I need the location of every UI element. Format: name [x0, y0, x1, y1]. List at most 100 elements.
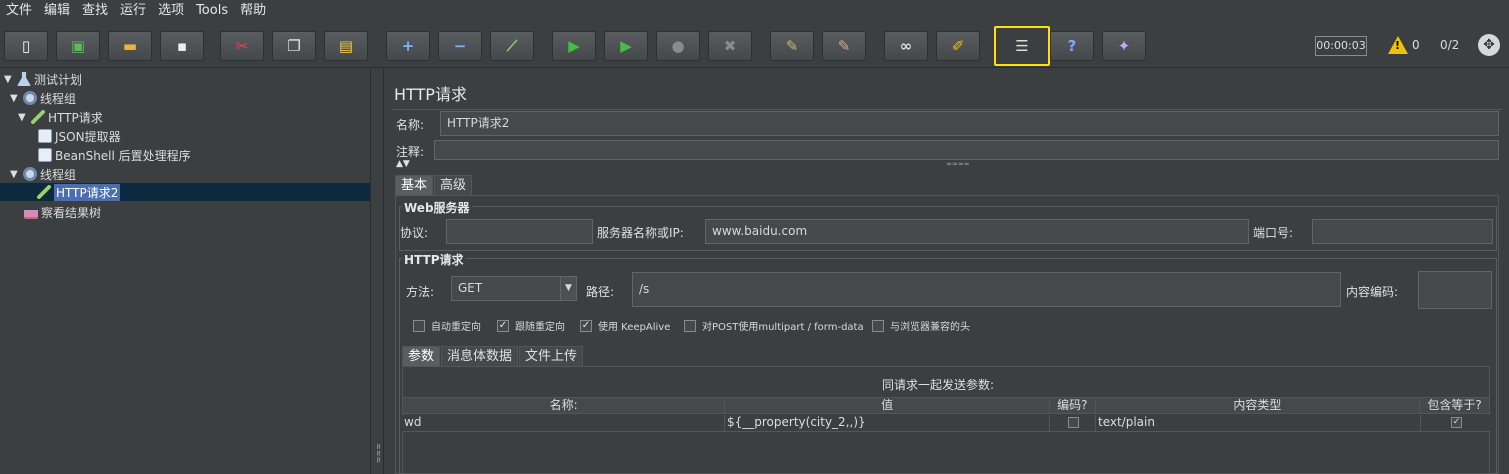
- search-button[interactable]: ∞: [884, 31, 928, 61]
- method-select[interactable]: GET ▼: [451, 276, 577, 301]
- clear-all-button[interactable]: ✎: [822, 31, 866, 61]
- shutdown-button[interactable]: ✖: [708, 31, 752, 61]
- function-helper-button[interactable]: ☰: [994, 26, 1050, 66]
- menu-edit[interactable]: 编辑: [38, 0, 76, 22]
- column-header[interactable]: 包含等于?: [1420, 398, 1489, 413]
- active-threads: 0/2: [1440, 38, 1460, 52]
- protocol-field[interactable]: [446, 219, 593, 244]
- server-field[interactable]: www.baidu.com: [705, 219, 1249, 244]
- remote-icon: ✦: [1117, 37, 1131, 55]
- tab-advanced[interactable]: 高级: [434, 175, 473, 195]
- tree-item-thread-group-2[interactable]: ▼ 线程组: [10, 165, 76, 183]
- remote-button[interactable]: ✦: [1102, 31, 1146, 61]
- expand-toggle-icon[interactable]: ▼: [10, 169, 20, 180]
- name-field[interactable]: HTTP请求2: [440, 111, 1499, 136]
- follow-redirect-checkbox[interactable]: ✓ 跟随重定向: [497, 318, 565, 333]
- web-server-title: Web服务器: [402, 199, 472, 216]
- expand-button[interactable]: +: [386, 31, 430, 61]
- browser-headers-checkbox[interactable]: 与浏览器兼容的头: [872, 318, 970, 333]
- checkbox-box[interactable]: [872, 319, 884, 332]
- include-equals-cell[interactable]: ✓: [1421, 415, 1490, 431]
- comment-field[interactable]: [434, 140, 1499, 160]
- menu-options[interactable]: 选项: [152, 0, 190, 22]
- encode-cell[interactable]: [1050, 415, 1096, 431]
- column-header[interactable]: 编码?: [1050, 398, 1096, 413]
- checkbox-box[interactable]: [413, 319, 425, 332]
- split-pane-divider[interactable]: ≈≈≈: [370, 69, 384, 474]
- copy-button[interactable]: ❐: [272, 31, 316, 61]
- divider: [392, 109, 1502, 110]
- tab-parameters[interactable]: 参数: [402, 346, 441, 366]
- expand-toggle-icon[interactable]: ▼: [18, 112, 28, 123]
- tab-basic[interactable]: 基本: [395, 175, 434, 195]
- checkbox-label: 使用 KeepAlive: [598, 322, 671, 333]
- paste-icon: ▤: [338, 37, 354, 55]
- tree-item-thread-group-1[interactable]: ▼ 线程组: [10, 89, 76, 107]
- start-icon: ▶: [568, 37, 580, 55]
- toggle-button[interactable]: ⟋: [490, 31, 534, 61]
- new-button[interactable]: ▯: [4, 31, 48, 61]
- multipart-checkbox[interactable]: 对POST使用multipart / form-data: [684, 318, 864, 333]
- column-header[interactable]: 值: [725, 398, 1050, 413]
- path-field[interactable]: /s: [632, 272, 1341, 307]
- copy-icon: ❐: [287, 37, 301, 55]
- help-button[interactable]: ?: [1050, 31, 1094, 61]
- keepalive-checkbox[interactable]: ✓ 使用 KeepAlive: [580, 318, 670, 333]
- param-name-cell[interactable]: wd: [402, 415, 725, 431]
- menu-file[interactable]: 文件: [0, 0, 38, 22]
- tree-item-label: 察看结果树: [41, 205, 102, 220]
- cut-button[interactable]: ✂: [220, 31, 264, 61]
- param-value-cell[interactable]: ${__property(city_2,,)}: [725, 415, 1050, 431]
- checkbox-box[interactable]: ✓: [580, 319, 592, 332]
- column-header[interactable]: 名称:: [403, 398, 726, 413]
- reset-search-button[interactable]: ✐: [936, 31, 980, 61]
- params-tabs: 参数 消息体数据 文件上传: [402, 346, 584, 366]
- expand-toggle-icon[interactable]: ▼: [4, 74, 14, 85]
- open-button[interactable]: ▬: [108, 31, 152, 61]
- expand-toggle-icon[interactable]: ▼: [10, 93, 20, 104]
- resize-grip-icon[interactable]: ≈≈≈≈: [946, 160, 969, 168]
- stop-button[interactable]: ●: [656, 31, 700, 61]
- warning-indicator[interactable]: ! 0: [1388, 36, 1420, 54]
- paste-button[interactable]: ▤: [324, 31, 368, 61]
- encoding-label: 内容编码:: [1346, 285, 1399, 299]
- save-button[interactable]: ▪: [160, 31, 204, 61]
- warning-icon: !: [1388, 36, 1408, 54]
- checkbox-box[interactable]: ✓: [497, 319, 509, 332]
- clear-button[interactable]: ✎: [770, 31, 814, 61]
- tab-files-upload[interactable]: 文件上传: [519, 346, 584, 366]
- content-type-cell[interactable]: text/plain: [1096, 415, 1421, 431]
- start-no-pause-button[interactable]: ▶: [604, 31, 648, 61]
- start-button[interactable]: ▶: [552, 31, 596, 61]
- port-field[interactable]: [1312, 219, 1493, 244]
- tab-body-data[interactable]: 消息体数据: [441, 346, 519, 366]
- tree-item-beanshell[interactable]: BeanShell 后置处理程序: [38, 146, 191, 164]
- tree-item-http-request[interactable]: ▼ HTTP请求: [18, 108, 103, 126]
- remote-start-icon[interactable]: ✥: [1478, 34, 1500, 56]
- chevron-down-icon[interactable]: ▼: [560, 277, 576, 300]
- encoding-field[interactable]: [1418, 271, 1492, 309]
- help-icon: ?: [1067, 37, 1077, 55]
- menu-run[interactable]: 运行: [114, 0, 152, 22]
- include-equals-checkbox[interactable]: ✓: [1451, 417, 1462, 428]
- checkbox-label: 自动重定向: [431, 322, 481, 333]
- templates-button[interactable]: ▣: [56, 31, 100, 61]
- function-helper-icon: ☰: [1015, 37, 1029, 55]
- checkbox-box[interactable]: [684, 319, 696, 332]
- collapse-arrows-icon[interactable]: ▲▼: [396, 159, 410, 169]
- tree-item-http-request-2[interactable]: HTTP请求2: [0, 183, 370, 201]
- tree-item-view-results-tree[interactable]: 察看结果树: [24, 203, 101, 221]
- toggle-icon: ⟋: [506, 37, 518, 55]
- encode-checkbox[interactable]: [1068, 417, 1079, 428]
- table-row[interactable]: wd ${__property(city_2,,)} text/plain ✓: [402, 415, 1490, 432]
- menu-search[interactable]: 查找: [76, 0, 114, 22]
- menu-tools[interactable]: Tools: [190, 0, 234, 22]
- column-header[interactable]: 内容类型: [1096, 398, 1421, 413]
- tree-item-test-plan[interactable]: ▼ 测试计划: [4, 70, 82, 88]
- auto-redirect-checkbox[interactable]: 自动重定向: [413, 318, 481, 333]
- tree-item-json-extractor[interactable]: JSON提取器: [38, 127, 121, 145]
- stop-icon: ●: [671, 37, 685, 55]
- shutdown-icon: ✖: [723, 37, 737, 55]
- collapse-button[interactable]: −: [438, 31, 482, 61]
- menu-help[interactable]: 帮助: [234, 0, 272, 22]
